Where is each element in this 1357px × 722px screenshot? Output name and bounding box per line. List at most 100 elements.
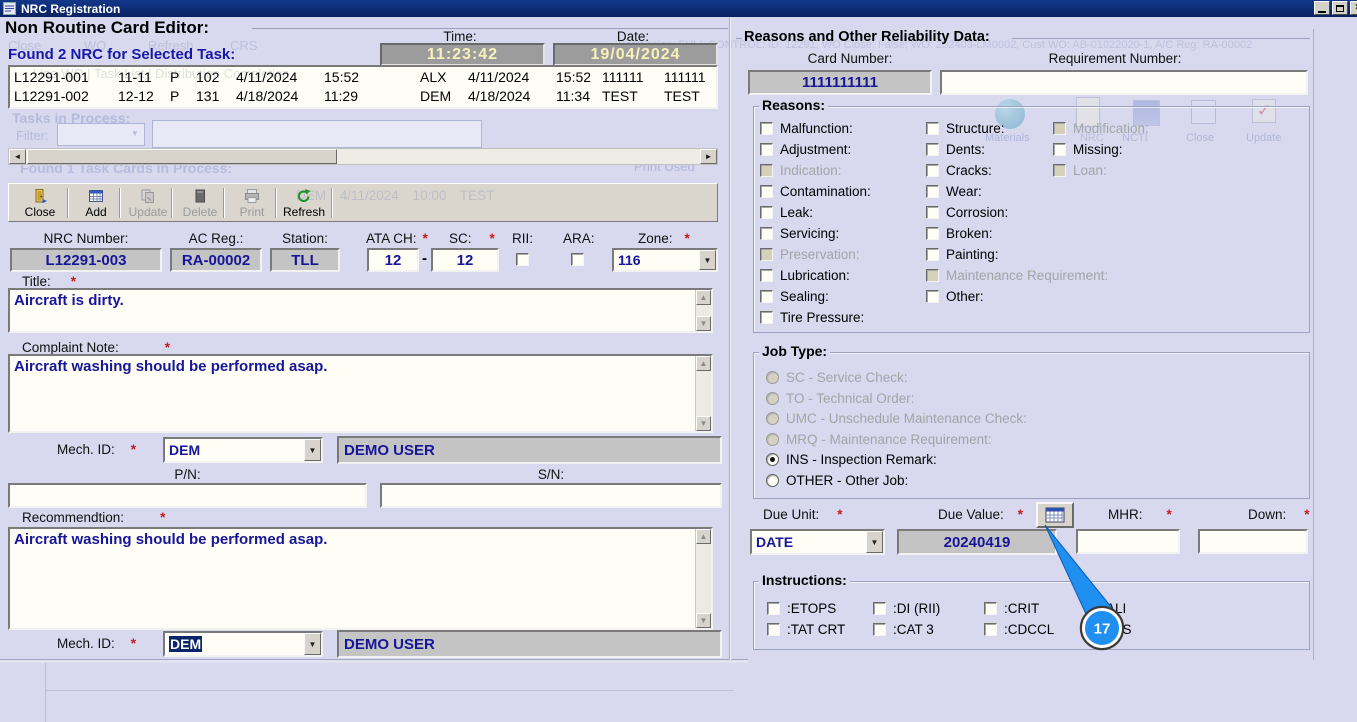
reason-structure[interactable]: Structure: [926, 121, 1005, 136]
scrollbar-thumb[interactable] [27, 149, 337, 164]
checkbox-icon[interactable] [1053, 143, 1066, 156]
checkbox-icon[interactable] [760, 227, 773, 240]
ghost-filter-input [152, 120, 482, 148]
checkbox-icon[interactable] [873, 623, 886, 636]
recommendation-textarea[interactable]: Aircraft washing should be performed asa… [8, 527, 713, 630]
job-type-label: OTHER - Other Job: [786, 473, 909, 488]
checkbox-icon[interactable] [926, 185, 939, 198]
checkbox-icon[interactable] [984, 602, 997, 615]
job-type-ins[interactable]: INS - Inspection Remark: [766, 452, 937, 467]
scroll-left-icon[interactable]: ◄ [9, 149, 26, 164]
checkbox-icon[interactable] [760, 143, 773, 156]
reason-label: Indication: [780, 163, 842, 178]
recommendation-scrollbar[interactable]: ▲ ▼ [695, 529, 711, 628]
scroll-right-icon[interactable]: ► [700, 149, 717, 164]
checkbox-icon[interactable] [760, 269, 773, 282]
chevron-down-icon[interactable]: ▼ [304, 439, 321, 461]
complaint-note-textarea[interactable]: Aircraft washing should be performed asa… [8, 354, 713, 433]
instruction-tat-crt[interactable]: :TAT CRT [767, 622, 845, 637]
reason-servicing[interactable]: Servicing: [760, 226, 839, 241]
checkbox-icon[interactable] [767, 602, 780, 615]
checkbox-icon[interactable] [926, 248, 939, 261]
job-type-to: TO - Technical Order: [766, 391, 915, 406]
chevron-down-icon[interactable]: ▼ [699, 250, 716, 270]
reason-sealing[interactable]: Sealing: [760, 289, 829, 304]
minimize-icon [1318, 10, 1326, 13]
checkbox-icon[interactable] [926, 164, 939, 177]
minimize-button[interactable] [1314, 1, 1330, 15]
time-label: Time: [443, 29, 477, 44]
scroll-down-icon[interactable]: ▼ [696, 416, 711, 431]
checkbox-icon[interactable] [926, 290, 939, 303]
ara-checkbox[interactable] [571, 253, 584, 266]
reason-corrosion[interactable]: Corrosion: [926, 205, 1008, 220]
reason-leak[interactable]: Leak: [760, 205, 813, 220]
checkbox-icon[interactable] [926, 227, 939, 240]
checkbox-icon[interactable] [760, 290, 773, 303]
scroll-down-icon[interactable]: ▼ [696, 316, 711, 331]
reason-label: Lubrication: [780, 268, 850, 283]
reason-broken[interactable]: Broken: [926, 226, 993, 241]
chevron-down-icon[interactable]: ▼ [304, 633, 321, 655]
checkbox-icon[interactable] [760, 122, 773, 135]
reason-wear[interactable]: Wear: [926, 184, 982, 199]
scroll-down-icon[interactable]: ▼ [696, 613, 711, 628]
reason-lubrication[interactable]: Lubrication: [760, 268, 850, 283]
close-button[interactable]: Close [15, 186, 65, 220]
cell-date2: 4/11/2024 [468, 68, 530, 85]
due-unit-combo[interactable]: DATE ▼ [750, 529, 885, 555]
instruction-di-rii[interactable]: :DI (RII) [873, 601, 940, 616]
checkbox-icon[interactable] [984, 623, 997, 636]
reason-malfunction[interactable]: Malfunction: [760, 121, 853, 136]
restore-button[interactable] [1332, 1, 1348, 15]
job-type-other[interactable]: OTHER - Other Job: [766, 473, 908, 488]
checkbox-icon[interactable] [926, 206, 939, 219]
scroll-up-icon[interactable]: ▲ [696, 529, 711, 544]
job-type-label: SC - Service Check: [786, 370, 908, 385]
requirement-number-field[interactable] [940, 70, 1308, 95]
horizontal-scrollbar[interactable]: ◄ ► [8, 148, 718, 165]
scroll-up-icon[interactable]: ▲ [696, 356, 711, 371]
pn-field[interactable] [8, 483, 367, 508]
checkbox-icon[interactable] [760, 311, 773, 324]
ac-reg-value: RA-00002 [170, 248, 262, 272]
instruction-etops[interactable]: :ETOPS [767, 601, 836, 616]
reason-cracks[interactable]: Cracks: [926, 163, 992, 178]
mech-id-combo-2[interactable]: DEM ▼ [163, 631, 323, 657]
instructions-title: Instructions: [759, 572, 850, 588]
rii-checkbox[interactable] [516, 253, 529, 266]
reason-painting[interactable]: Painting: [926, 247, 999, 262]
checkbox-icon[interactable] [873, 602, 886, 615]
checkbox-icon[interactable] [926, 143, 939, 156]
checkbox-icon[interactable] [926, 122, 939, 135]
title-scrollbar[interactable]: ▲ ▼ [695, 290, 711, 331]
instruction-cat3[interactable]: :CAT 3 [873, 622, 934, 637]
reason-tire-pressure[interactable]: Tire Pressure: [760, 310, 864, 325]
table-row[interactable]: L12291-002 12-12 P 131 4/18/2024 11:29 D… [10, 86, 716, 105]
complaint-scrollbar[interactable]: ▲ ▼ [695, 356, 711, 431]
sn-field[interactable] [380, 483, 722, 508]
reason-other[interactable]: Other: [926, 289, 984, 304]
ata-ch-field[interactable]: 12 [367, 248, 419, 272]
add-button[interactable]: Add [71, 186, 121, 220]
reason-contamination[interactable]: Contamination: [760, 184, 871, 199]
reason-label: Other: [946, 289, 984, 304]
reason-missing[interactable]: Missing: [1053, 142, 1123, 157]
page-title: Non Routine Card Editor: [5, 18, 209, 37]
title-textarea[interactable]: Aircraft is dirty. ▲ ▼ [8, 288, 713, 333]
mech-id-combo-1[interactable]: DEM ▼ [163, 437, 323, 463]
checkbox-icon[interactable] [760, 206, 773, 219]
checkbox-icon[interactable] [760, 185, 773, 198]
chevron-down-icon[interactable]: ▼ [866, 531, 883, 553]
down-field[interactable] [1198, 529, 1308, 554]
cell-zone: 131 [196, 87, 220, 104]
sc-field[interactable]: 12 [431, 248, 499, 272]
radio-selected-icon[interactable] [766, 453, 779, 466]
checkbox-icon[interactable] [767, 623, 780, 636]
scroll-up-icon[interactable]: ▲ [696, 290, 711, 305]
reason-adjustment[interactable]: Adjustment: [760, 142, 851, 157]
reason-dents[interactable]: Dents: [926, 142, 985, 157]
zone-combo[interactable]: 116 ▼ [612, 248, 718, 272]
close-window-button[interactable]: × [1350, 1, 1357, 15]
radio-icon[interactable] [766, 474, 779, 487]
